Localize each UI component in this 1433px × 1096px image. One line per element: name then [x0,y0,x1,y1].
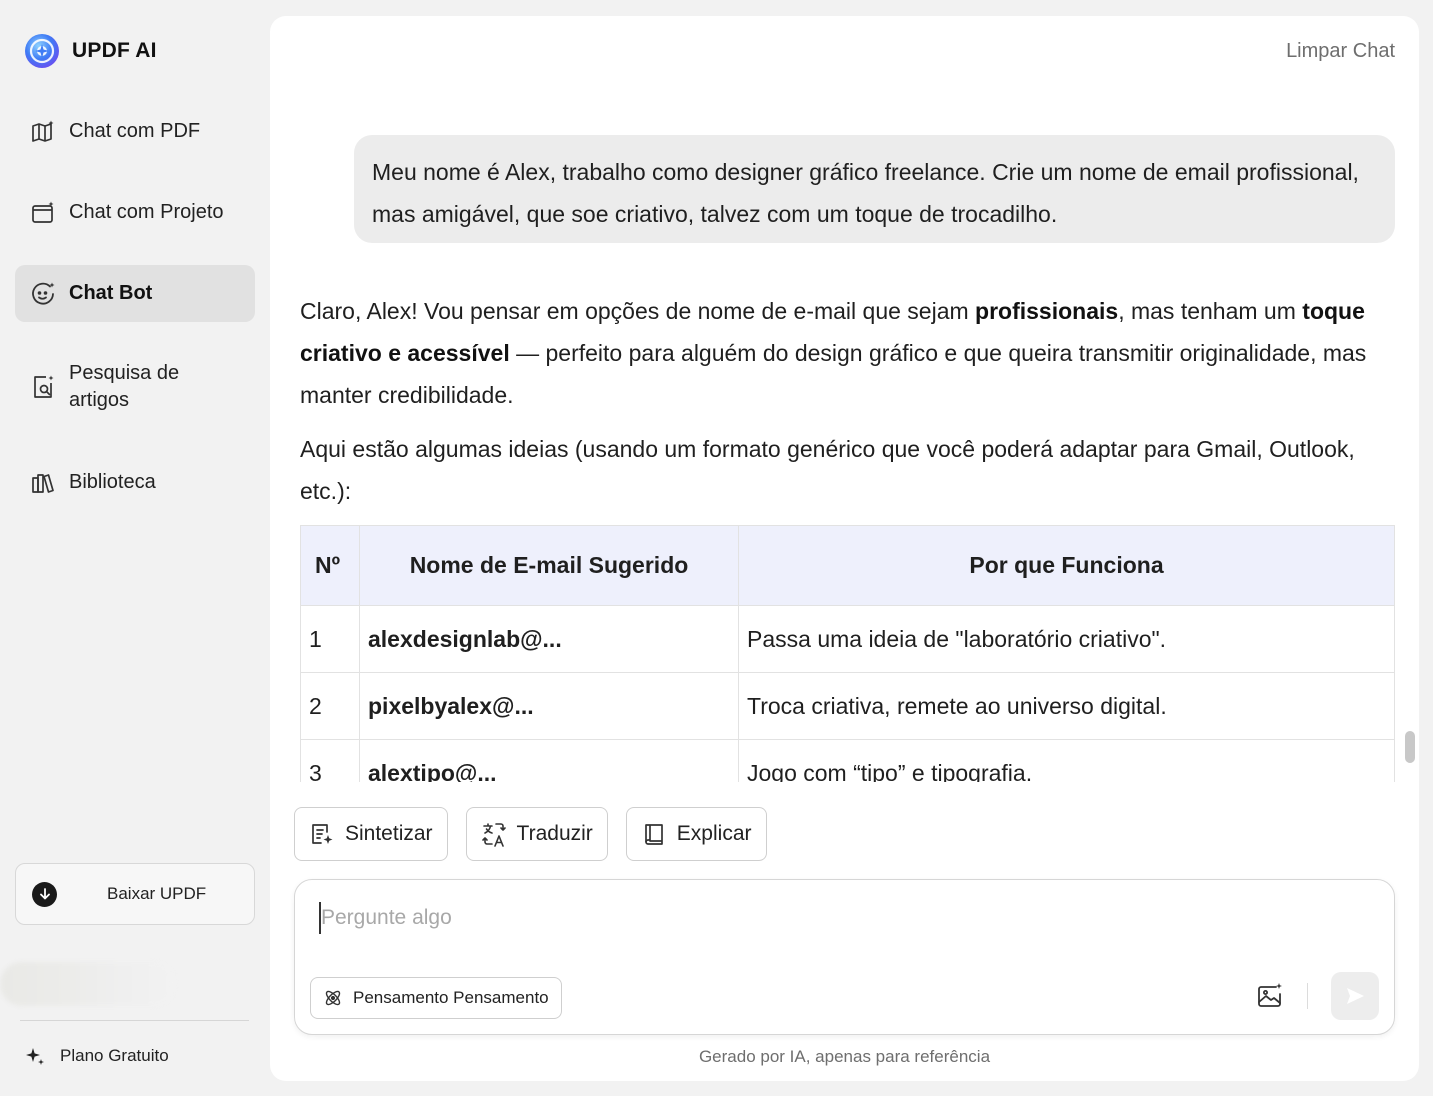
plan-label: Plano Gratuito [60,1046,169,1065]
plan-indicator[interactable]: Plano Gratuito [24,1045,169,1067]
sidebar-item-pesquisa-artigos[interactable]: Pesquisa de artigos [15,351,255,423]
sidebar-item-label: Chat Bot [69,282,153,304]
clear-chat-button[interactable]: Limpar Chat [1286,40,1395,63]
table-cell: alexdesignlab@... [359,605,739,673]
sidebar-item-chat-pdf[interactable]: Chat com PDF [15,103,255,160]
send-icon [1347,988,1364,1004]
download-icon [32,881,57,907]
summarize-button[interactable]: Sintetizar [294,807,448,861]
chatbot-icon [29,280,57,308]
summarize-label: Sintetizar [345,822,433,845]
chat-panel: Limpar Chat Meu nome é Alex, trabalho co… [270,16,1419,1081]
sparkle-icon [26,1048,44,1065]
send-button[interactable] [1331,972,1379,1020]
table-header: Nome de E-mail Sugerido [359,525,739,606]
table-cell: Passa uma ideia de "laboratório criativo… [738,605,1395,673]
sidebar-item-chat-projeto[interactable]: Chat com Projeto [15,184,255,241]
explain-button[interactable]: Explicar [625,807,767,861]
blurred-placeholder [0,962,175,1006]
input-divider [1307,983,1308,1009]
text-span: , mas tenham um [1118,298,1303,324]
folder-chat-icon [29,199,57,227]
thinking-toggle-button[interactable]: Pensamento Pensamento [310,977,562,1019]
table-header: Por que Funciona [738,525,1395,606]
table-header: Nº [300,525,360,606]
summarize-icon [312,824,333,844]
explain-book-icon [644,824,663,845]
explain-label: Explicar [676,822,752,845]
text-span: Claro, Alex! Vou pensar em opções de nom… [300,298,976,324]
table-cell: alextipo@... [359,739,739,782]
brand-name: UPDF AI [72,39,157,62]
translate-label: Traduzir [516,822,593,845]
sidebar-item-biblioteca[interactable]: Biblioteca [15,454,255,511]
table-cell: pixelbyalex@... [359,672,739,740]
scrollbar-thumb[interactable] [1405,731,1415,763]
atom-icon [325,990,341,1006]
table-cell: 2 [300,672,360,740]
ai-disclaimer: Gerado por IA, apenas para referência [698,1047,991,1066]
table-header-row: Nº Nome de E-mail Sugerido Por que Funci… [300,525,1395,606]
article-search-icon [29,373,57,401]
download-label: Baixar UPDF [107,884,207,903]
table-row: 2 pixelbyalex@... Troca criativa, remete… [300,672,1395,740]
library-icon [29,469,57,497]
quick-actions: Sintetizar Traduzir Explicar [294,807,767,861]
table-cell: Jogo com “tipo” e tipografia. [738,739,1395,782]
download-updf-button[interactable]: Baixar UPDF [15,863,255,925]
brand[interactable]: UPDF AI [24,33,157,69]
bot-paragraph: Aqui estão algumas ideias (usando um for… [300,436,1355,504]
suggestions-table: Nº Nome de E-mail Sugerido Por que Funci… [300,525,1395,782]
table-cell: 1 [300,605,360,673]
sidebar-item-label: Biblioteca [69,471,156,493]
pdf-chat-icon [29,118,57,146]
user-message: Meu nome é Alex, trabalho como designer … [354,135,1395,243]
sidebar-item-label: Chat com Projeto [69,201,224,223]
bot-response: Claro, Alex! Vou pensar em opções de nom… [300,290,1395,524]
sidebar-item-label: Chat com PDF [69,120,201,142]
bot-paragraph: Claro, Alex! Vou pensar em opções de nom… [300,290,1395,416]
updf-ai-logo-icon [25,34,59,68]
chat-input-box: Pensamento Pensamento [294,879,1395,1035]
image-upload-icon[interactable] [1255,981,1285,1011]
table-cell: 3 [300,739,360,782]
sidebar-item-chat-bot[interactable]: Chat Bot [15,265,255,322]
sidebar-item-label: Pesquisa de artigos [69,362,180,411]
sidebar-divider [20,1020,249,1021]
suggestions-table-viewport[interactable]: Nº Nome de E-mail Sugerido Por que Funci… [300,525,1395,782]
table-cell: Troca criativa, remete ao universo digit… [738,672,1395,740]
translate-icon [481,823,506,847]
translate-button[interactable]: Traduzir [465,807,608,861]
table-row: 3 alextipo@... Jogo com “tipo” e tipogra… [300,739,1395,782]
thinking-label: Pensamento Pensamento [353,988,549,1007]
prompt-input[interactable] [319,902,1219,934]
sidebar: UPDF AI Chat com PDF Chat com Projeto Ch… [0,0,270,1096]
table-row: 1 alexdesignlab@... Passa uma ideia de "… [300,605,1395,673]
bold-text: profissionais [975,298,1119,324]
